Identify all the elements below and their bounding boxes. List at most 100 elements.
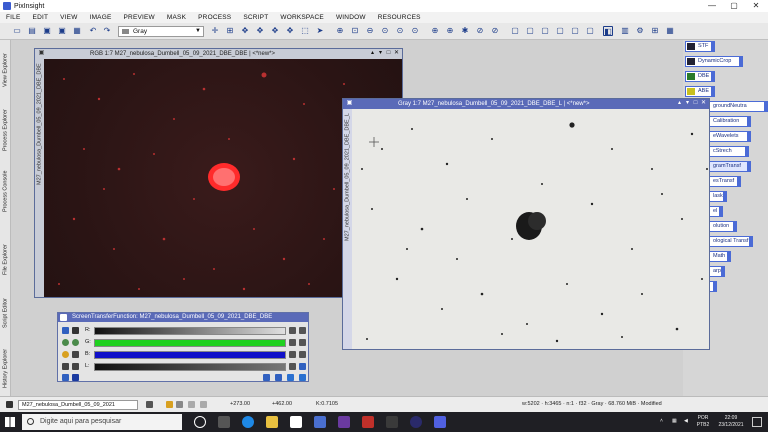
process-icon-curvestransformation[interactable]: esTransf — [709, 176, 741, 187]
preview-5-icon[interactable]: ▢ — [570, 26, 580, 36]
save-all-icon[interactable]: ▣ — [57, 26, 67, 36]
layout-icon[interactable]: ▦ — [665, 26, 675, 36]
fit-icon[interactable]: ⊞ — [225, 26, 235, 36]
reset-panel-icon[interactable] — [275, 374, 282, 381]
mask-2-icon[interactable]: ⊘ — [490, 26, 500, 36]
preview-4-icon[interactable]: ▢ — [555, 26, 565, 36]
close-button[interactable]: ✕ — [745, 0, 767, 12]
folder-icon[interactable]: ▤ — [27, 26, 37, 36]
view-select[interactable]: M27_nebulosa_Dumbell_05_09_2021 — [18, 400, 138, 410]
network-icon[interactable]: ▦ — [672, 418, 677, 425]
volume-icon[interactable]: ◀ — [684, 418, 688, 425]
scale-icon[interactable] — [72, 363, 79, 370]
crosshair-icon[interactable]: ✛ — [210, 26, 220, 36]
maximize-icon[interactable]: □ — [385, 50, 392, 57]
menu-file[interactable]: FILE — [0, 14, 27, 21]
zoom-in-icon[interactable]: ⊕ — [335, 26, 345, 36]
pan-icon[interactable]: ✥ — [255, 26, 265, 36]
process-icon-abe[interactable]: ABE — [685, 86, 715, 97]
cortana-icon[interactable] — [194, 416, 206, 428]
channel-select[interactable]: Gray ▼ — [118, 26, 204, 37]
undo-icon[interactable]: ↶ — [88, 26, 98, 36]
row-b-icon-2[interactable] — [299, 351, 306, 358]
process-icon-pixelmath[interactable]: Math — [709, 251, 731, 262]
minimize-button[interactable]: — — [701, 0, 723, 12]
process-icon-dynamiccrop[interactable]: DynamicCrop — [685, 56, 743, 67]
process-icon-histogramtransformation[interactable]: gramTransf — [709, 161, 751, 172]
anchor-icon[interactable]: ✥ — [270, 26, 280, 36]
open-icon[interactable]: ▭ — [12, 26, 22, 36]
process-icon-dbe[interactable]: DBE — [685, 71, 715, 82]
tab-script-editor[interactable]: Script Editor — [1, 290, 10, 336]
process-icon-deconvolution[interactable]: olution — [709, 221, 737, 232]
menu-window[interactable]: WINDOW — [330, 14, 372, 21]
clock[interactable]: 22:09 23/12/2021 — [714, 415, 748, 429]
auto-stretch-icon[interactable] — [62, 351, 69, 358]
menu-view[interactable]: VIEW — [54, 14, 83, 21]
mask-icon[interactable]: ⊘ — [475, 26, 485, 36]
tab-process-console[interactable]: Process Console — [1, 162, 10, 220]
drag-icon[interactable]: ✥ — [285, 26, 295, 36]
process-icon-arcsinhstretch[interactable]: cStrech — [709, 146, 749, 157]
language-indicator[interactable]: POR PTB2 — [696, 415, 710, 429]
zoom-in-icon[interactable] — [62, 339, 69, 346]
grid-icon[interactable] — [176, 401, 183, 408]
task-view-icon[interactable] — [218, 416, 230, 428]
stf-toggle-icon[interactable]: ◧ — [603, 26, 613, 36]
menu-edit[interactable]: EDIT — [27, 14, 55, 21]
gray-image-window[interactable]: Gray 1:7 M27_nebulosa_Dumbell_05_09_2021… — [342, 98, 710, 350]
gray-window-title[interactable]: Gray 1:7 M27_nebulosa_Dumbell_05_09_2021… — [343, 99, 709, 109]
app-icon-2[interactable] — [362, 416, 374, 428]
pixinsight-taskbar-icon[interactable] — [434, 416, 446, 428]
row-l-icon[interactable] — [289, 363, 296, 370]
grid-icon[interactable]: ⊞ — [650, 26, 660, 36]
tray-arrow-icon[interactable]: ˄ — [660, 418, 663, 425]
app-icon-3[interactable] — [386, 416, 398, 428]
pointer-icon[interactable]: ➤ — [315, 26, 325, 36]
menu-image[interactable]: IMAGE — [84, 14, 118, 21]
notifications-icon[interactable] — [752, 417, 762, 427]
zoom-out-icon[interactable] — [72, 339, 79, 346]
tools-icon[interactable] — [62, 363, 69, 370]
process-icon-colorcalibration[interactable]: Calibration — [709, 116, 751, 127]
minimize-icon[interactable]: ▾ — [377, 50, 384, 57]
redo-icon[interactable]: ↷ — [102, 26, 112, 36]
row-r-icon[interactable] — [289, 327, 296, 334]
gray-image-canvas[interactable] — [352, 109, 709, 349]
stf-menu-icon[interactable] — [60, 314, 67, 321]
row-r-icon-2[interactable] — [299, 327, 306, 334]
preview-3-icon[interactable]: ▢ — [540, 26, 550, 36]
zoom-3-icon[interactable]: ⊙ — [410, 26, 420, 36]
move-icon[interactable]: ✥ — [240, 26, 250, 36]
select-icon[interactable]: ⬚ — [300, 26, 310, 36]
process-icon-multiscalewavelets[interactable]: eWavelets — [709, 131, 751, 142]
stf-window-title[interactable]: ScreenTransferFunction: M27_nebulosa_Dum… — [58, 313, 308, 322]
maximize-icon[interactable]: □ — [692, 100, 699, 107]
mail-icon[interactable] — [314, 416, 326, 428]
process-icon-starmask[interactable]: lask — [709, 191, 727, 202]
app-icon-4[interactable] — [410, 416, 422, 428]
info-icon[interactable] — [188, 401, 195, 408]
save-icon[interactable]: ▣ — [42, 26, 52, 36]
windows-start-icon[interactable] — [5, 417, 15, 427]
menu-process[interactable]: PROCESS — [192, 14, 237, 21]
check-icon[interactable] — [287, 374, 294, 381]
star-icon[interactable]: ✱ — [460, 26, 470, 36]
tab-view-explorer[interactable]: View Explorer — [1, 42, 10, 98]
preview-icon[interactable]: ▢ — [510, 26, 520, 36]
zoom-out-icon[interactable]: ⊖ — [365, 26, 375, 36]
preview-icon[interactable] — [263, 374, 270, 381]
preview-2-icon[interactable]: ▢ — [525, 26, 535, 36]
expand-icon[interactable] — [299, 374, 306, 381]
settings-icon[interactable]: ⚙ — [635, 26, 645, 36]
pointer-icon[interactable] — [72, 327, 79, 334]
row-g-icon[interactable] — [289, 339, 296, 346]
process-icon-morphologicaltransformation[interactable]: ological Transf — [709, 236, 753, 247]
tab-history-explorer[interactable]: History Explorer — [1, 340, 10, 396]
readout-2-icon[interactable]: ⊕ — [445, 26, 455, 36]
close-image-icon[interactable]: ▦ — [72, 26, 82, 36]
process-icon-pixel[interactable]: el — [709, 206, 723, 217]
app-icon-1[interactable] — [338, 416, 350, 428]
menu-script[interactable]: SCRIPT — [237, 14, 274, 21]
shade-icon[interactable]: ▴ — [369, 50, 376, 57]
